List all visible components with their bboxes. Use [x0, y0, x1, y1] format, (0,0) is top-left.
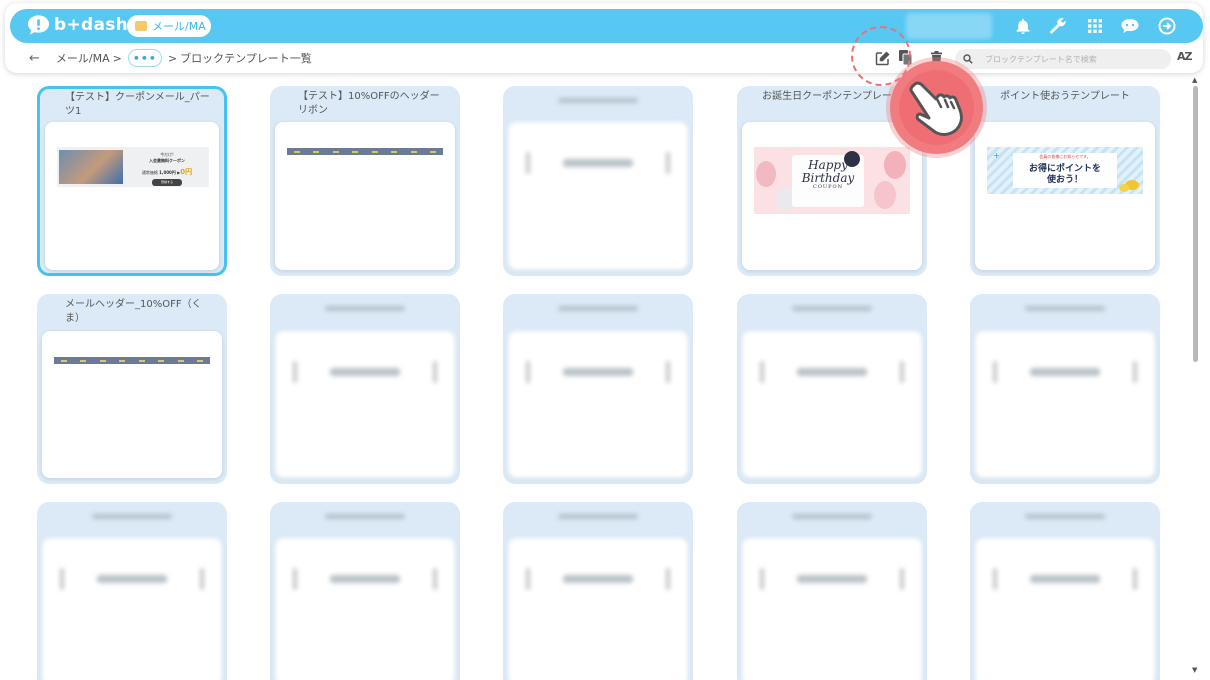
ribbon-banner-image — [287, 148, 443, 155]
card-hidden-content — [37, 502, 227, 680]
template-card[interactable] — [737, 502, 927, 680]
card-hidden-content — [737, 502, 927, 680]
birthday-coupon-image: Happy Birthday COUPON — [754, 147, 910, 214]
card-title-blurred — [558, 514, 638, 519]
breadcrumb-separator: > — [112, 51, 122, 65]
card-preview — [508, 538, 688, 680]
card-preview: Happy Birthday COUPON — [742, 122, 922, 270]
card-title-blurred — [792, 306, 872, 311]
template-card[interactable] — [503, 86, 693, 276]
section-pill-mail-ma[interactable]: メール/MA — [127, 15, 211, 37]
card-title-blurred — [325, 514, 405, 519]
card-title-blurred — [558, 98, 638, 103]
wrench-icon[interactable] — [1048, 16, 1068, 36]
card-preview — [42, 331, 222, 478]
template-card[interactable] — [270, 502, 460, 680]
scrollbar-thumb[interactable] — [1193, 86, 1198, 362]
ribbon-banner-image — [54, 357, 210, 364]
breadcrumb-more-button[interactable]: ••• — [127, 49, 162, 67]
card-hidden-content — [503, 294, 693, 484]
breadcrumb-root[interactable]: メール/MA — [56, 50, 110, 66]
card-title-blurred — [558, 306, 638, 311]
chat-bot-icon[interactable] — [1120, 16, 1140, 36]
search-icon — [963, 54, 973, 64]
card-title-blurred — [1025, 306, 1105, 311]
app-window: b+dash メール/MA ← メール/MA > ••• > ブロックテンプレー… — [0, 0, 1210, 680]
card-preview — [975, 331, 1155, 478]
card-preview — [742, 331, 922, 478]
card-title: ポイント使おうテンプレート — [1000, 91, 1130, 102]
vertical-scrollbar[interactable]: ▲ ▼ — [1192, 76, 1200, 676]
card-preview — [42, 538, 222, 680]
card-preview — [508, 122, 688, 270]
card-hidden-content — [270, 294, 460, 484]
card-preview: 会員の皆様にお知らせです。 お得にポイントを 使おう！ + — [975, 122, 1155, 270]
scroll-down-icon[interactable]: ▼ — [1192, 666, 1197, 674]
sort-az-button[interactable]: AZ — [1177, 50, 1192, 63]
card-preview — [275, 122, 455, 270]
card-preview — [275, 331, 455, 478]
template-card[interactable]: 【テスト】10%OFFのヘッダーリボン — [270, 86, 460, 276]
template-card[interactable]: メールヘッダー_10%OFF（くま） — [37, 294, 227, 484]
envelope-icon — [135, 21, 147, 31]
card-hidden-content — [270, 502, 460, 680]
card-hidden-content — [503, 86, 693, 276]
coupon-banner-image: 今だけ! 入会費無料クーポン 通常価格 1,000円 ▶0円 登録する — [57, 147, 209, 187]
template-card[interactable] — [37, 502, 227, 680]
card-title-blurred — [792, 514, 872, 519]
card-title: 【テスト】クーポンメール_パーツ1 — [65, 92, 210, 117]
brand-logo[interactable]: b+dash — [27, 14, 128, 36]
section-pill-label: メール/MA — [152, 20, 206, 33]
card-preview — [975, 538, 1155, 680]
card-hidden-content — [503, 502, 693, 680]
template-card[interactable]: 【テスト】クーポンメール_パーツ1 今だけ! 入会費無料クーポン 通常価格 1,000… — [37, 86, 227, 276]
pointing-hand-icon — [909, 81, 963, 136]
card-title-blurred — [92, 514, 172, 519]
brand-bar: b+dash メール/MA — [10, 9, 1203, 43]
top-header: b+dash メール/MA ← メール/MA > ••• > ブロックテンプレー… — [5, 3, 1203, 73]
template-card[interactable] — [503, 502, 693, 680]
card-preview: 今だけ! 入会費無料クーポン 通常価格 1,000円 ▶0円 登録する — [45, 122, 219, 270]
card-hidden-content — [970, 294, 1160, 484]
tap-hand-overlay — [890, 61, 983, 154]
card-title: メールヘッダー_10%OFF（くま） — [65, 299, 202, 324]
card-title: 【テスト】10%OFFのヘッダーリボン — [298, 91, 440, 116]
apps-grid-icon[interactable] — [1085, 16, 1105, 36]
template-card[interactable] — [270, 294, 460, 484]
card-preview — [508, 331, 688, 478]
template-search[interactable] — [955, 49, 1171, 69]
template-card[interactable]: ポイント使おうテンプレート会員の皆様にお知らせです。 お得にポイントを 使おう！ + — [970, 86, 1160, 276]
user-info-blurred[interactable] — [906, 13, 992, 39]
breadcrumb-separator: > — [167, 51, 178, 65]
card-hidden-content — [737, 294, 927, 484]
template-card[interactable] — [503, 294, 693, 484]
brand-name: b+dash — [54, 15, 129, 35]
card-hidden-content — [970, 502, 1160, 680]
card-preview — [742, 538, 922, 680]
speech-bubble-logo-icon — [27, 15, 50, 35]
logout-icon[interactable] — [1157, 16, 1177, 36]
back-arrow-icon[interactable]: ← — [29, 51, 40, 66]
breadcrumb-current: ブロックテンプレート一覧 — [180, 52, 312, 65]
card-preview — [275, 538, 455, 680]
scroll-up-icon[interactable]: ▲ — [1192, 76, 1197, 84]
breadcrumb: ← メール/MA > ••• > ブロックテンプレート一覧 — [29, 47, 312, 69]
template-card[interactable] — [737, 294, 927, 484]
card-title-blurred — [1025, 514, 1105, 519]
template-card[interactable] — [970, 502, 1160, 680]
card-title-blurred — [325, 306, 405, 311]
points-banner-image: 会員の皆様にお知らせです。 お得にポイントを 使おう！ + — [987, 147, 1143, 194]
search-input[interactable] — [985, 54, 1165, 64]
bell-icon[interactable] — [1013, 16, 1033, 36]
template-card[interactable] — [970, 294, 1160, 484]
